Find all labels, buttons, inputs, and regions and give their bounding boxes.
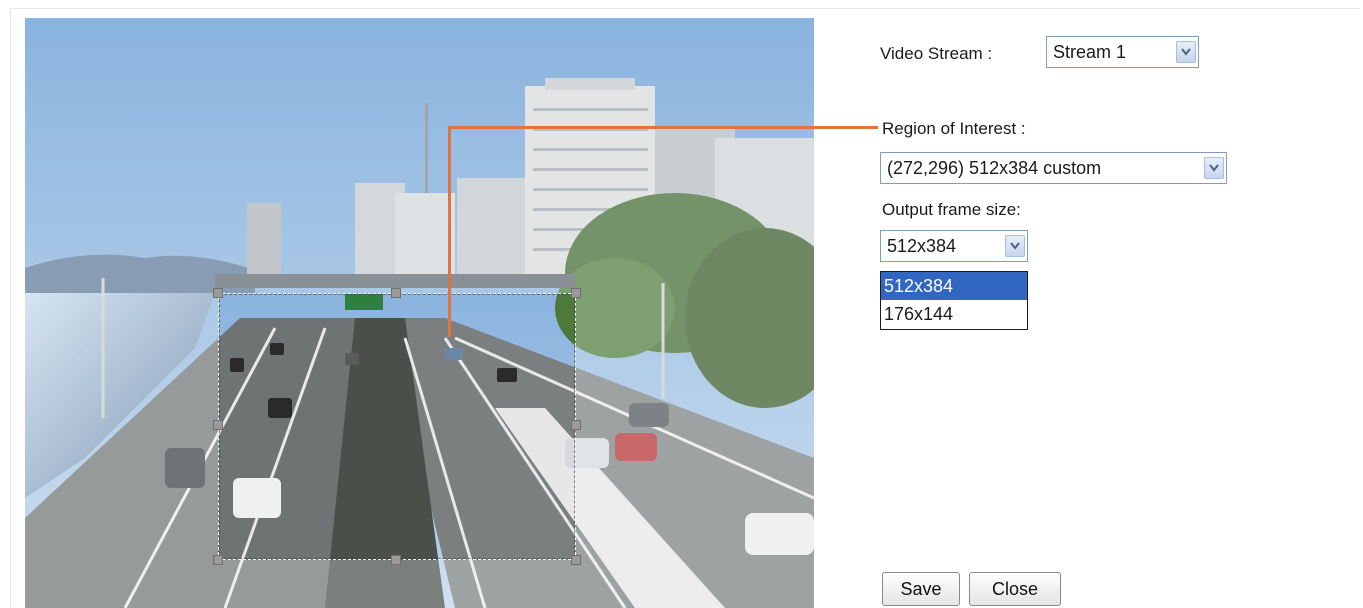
roi-handle-left[interactable] <box>213 420 223 430</box>
output-frame-select[interactable]: 512x384 <box>880 230 1028 262</box>
video-stream-label: Video Stream : <box>880 44 993 63</box>
close-button[interactable]: Close <box>969 572 1061 606</box>
output-frame-dropdown-list: 512x384 176x144 <box>880 271 1028 330</box>
camera-view[interactable] <box>25 18 814 608</box>
output-frame-option[interactable]: 512x384 <box>881 272 1027 300</box>
output-frame-value: 512x384 <box>887 236 957 256</box>
chevron-down-icon[interactable] <box>1204 157 1224 179</box>
chevron-down-icon[interactable] <box>1176 41 1196 63</box>
roi-handle-top-right[interactable] <box>571 288 581 298</box>
output-frame-option[interactable]: 176x144 <box>881 300 1027 328</box>
callout-line-vertical <box>448 127 451 337</box>
roi-value: (272,296) 512x384 custom <box>887 158 1102 178</box>
roi-handle-bottom[interactable] <box>391 555 401 565</box>
output-frame-label: Output frame size: <box>882 200 1021 219</box>
roi-handle-bottom-right[interactable] <box>571 555 581 565</box>
callout-line-horizontal <box>448 126 878 129</box>
roi-selection-box[interactable] <box>213 288 581 565</box>
roi-handle-bottom-left[interactable] <box>213 555 223 565</box>
roi-handle-top-left[interactable] <box>213 288 223 298</box>
chevron-down-icon[interactable] <box>1005 235 1025 257</box>
roi-handle-right[interactable] <box>571 420 581 430</box>
roi-select[interactable]: (272,296) 512x384 custom <box>880 152 1227 184</box>
video-stream-value: Stream 1 <box>1053 42 1127 62</box>
roi-handle-top[interactable] <box>391 288 401 298</box>
save-button[interactable]: Save <box>882 572 960 606</box>
roi-label: Region of Interest : <box>882 119 1026 138</box>
video-stream-select[interactable]: Stream 1 <box>1046 36 1199 68</box>
